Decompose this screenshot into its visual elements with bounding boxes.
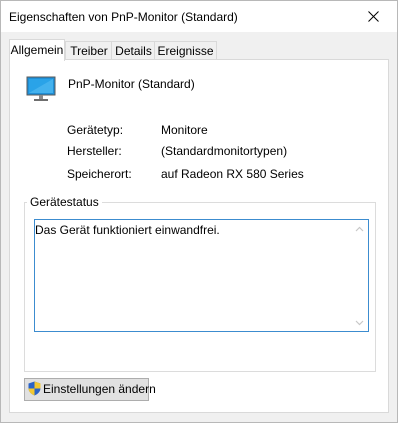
device-type-label: Gerätetyp:: [67, 123, 124, 137]
tab-label: Details: [115, 44, 152, 58]
tab-allgemein[interactable]: Allgemein: [9, 39, 65, 61]
window-title: Eigenschaften von PnP-Monitor (Standard): [9, 10, 238, 24]
change-settings-button[interactable]: Einstellungen ändern: [24, 378, 156, 401]
tab-ereignisse[interactable]: Ereignisse: [154, 41, 217, 60]
change-settings-label: Einstellungen ändern: [43, 382, 156, 396]
close-icon: [368, 11, 379, 22]
tab-details[interactable]: Details: [111, 41, 156, 60]
location-label: Speicherort:: [67, 167, 132, 181]
location-value: auf Radeon RX 580 Series: [161, 167, 304, 181]
properties-dialog: Eigenschaften von PnP-Monitor (Standard)…: [0, 0, 398, 423]
tab-label: Treiber: [70, 44, 108, 58]
tab-treiber[interactable]: Treiber: [65, 41, 113, 60]
tab-label: Allgemein: [10, 43, 64, 57]
device-status-text: Das Gerät funktioniert einwandfrei.: [35, 223, 220, 237]
manufacturer-value: (Standardmonitortypen): [161, 144, 288, 158]
scroll-down-icon[interactable]: [355, 320, 364, 326]
general-tab-panel: PnP-Monitor (Standard) Gerätetyp: Monito…: [9, 59, 389, 413]
tab-label: Ereignisse: [157, 44, 214, 58]
tab-bar: Allgemein Treiber Details Ereignisse: [9, 39, 389, 61]
device-status-group: Gerätestatus Das Gerät funktioniert einw…: [24, 195, 376, 372]
scroll-up-icon[interactable]: [355, 226, 364, 232]
manufacturer-label: Hersteller:: [67, 144, 122, 158]
uac-shield-icon: [28, 381, 41, 396]
device-status-label: Gerätestatus: [27, 195, 102, 209]
device-type-value: Monitore: [161, 123, 208, 137]
device-status-textbox[interactable]: Das Gerät funktioniert einwandfrei.: [34, 219, 369, 332]
monitor-icon: [26, 76, 56, 101]
close-button[interactable]: [351, 1, 397, 32]
title-bar[interactable]: Eigenschaften von PnP-Monitor (Standard): [1, 1, 397, 32]
device-name: PnP-Monitor (Standard): [68, 77, 195, 91]
